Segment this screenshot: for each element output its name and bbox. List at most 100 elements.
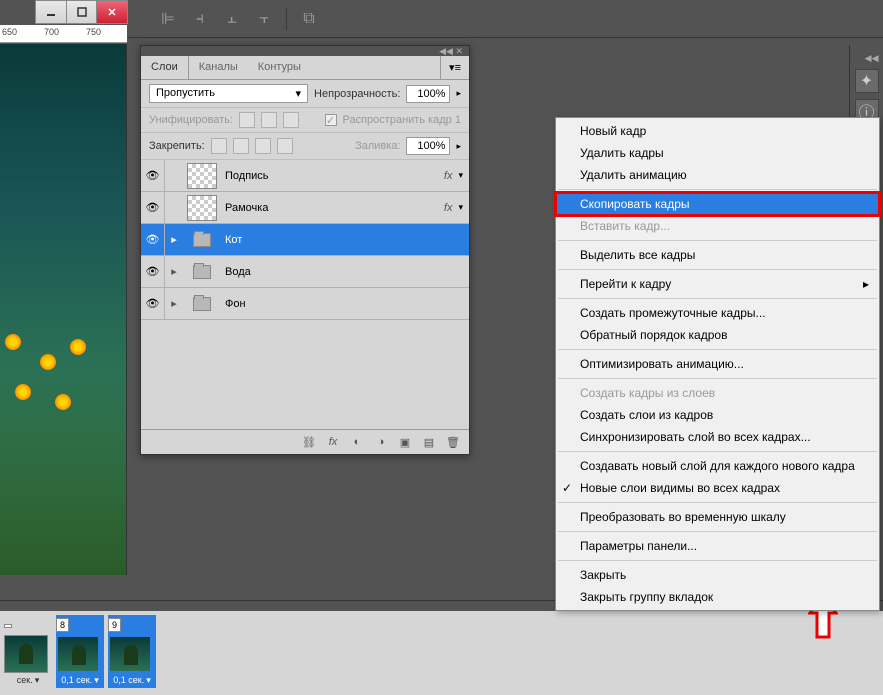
layer-row[interactable]: 👁 ▸ Фон xyxy=(141,288,469,320)
animation-panel-menu: Новый кадрУдалить кадрыУдалить анимацию С… xyxy=(555,117,880,611)
propagate-label: Распространить кадр 1 xyxy=(343,114,461,126)
menu-item[interactable]: Удалить кадры xyxy=(556,142,879,164)
lock-all-button[interactable] xyxy=(277,138,293,154)
layer-row[interactable]: 👁 Рамочка fx▾ xyxy=(141,192,469,224)
frame-delay[interactable]: 0,1 сек.▾ xyxy=(108,673,156,688)
minimize-button[interactable] xyxy=(36,1,67,23)
align-right-icon[interactable]: ⫠ xyxy=(222,9,242,29)
menu-item[interactable]: Создать слои из кадров xyxy=(556,404,879,426)
toolbar-separator xyxy=(286,8,287,30)
layers-empty-area[interactable] xyxy=(141,320,469,430)
document-canvas[interactable] xyxy=(0,44,127,575)
frame-delay[interactable]: сек.▾ xyxy=(4,673,52,688)
unify-position-button[interactable] xyxy=(239,112,255,128)
visibility-toggle[interactable]: 👁 xyxy=(141,224,165,255)
lock-pixels-button[interactable] xyxy=(233,138,249,154)
layer-row[interactable]: 👁 ▸ Кот xyxy=(141,224,469,256)
close-button[interactable] xyxy=(97,1,127,23)
fill-input[interactable]: 100% xyxy=(406,137,450,155)
propagate-frame-checkbox[interactable]: ✓ xyxy=(325,114,337,126)
panel-menu-icon[interactable]: ▾≡ xyxy=(440,56,469,79)
layer-name[interactable]: Подпись xyxy=(221,170,444,182)
animation-timeline-panel: ▾≡ сек.▾80,1 сек.▾90,1 сек.▾ xyxy=(0,600,883,695)
fill-flyout-icon[interactable]: ▸ xyxy=(456,141,461,152)
layer-name[interactable]: Вода xyxy=(221,266,469,278)
menu-separator xyxy=(558,531,877,532)
unify-label: Унифицировать: xyxy=(149,114,233,126)
align-center-icon[interactable]: ⫞ xyxy=(190,9,210,29)
dock-collapse-icon[interactable]: ◀◀ xyxy=(852,53,882,63)
menu-item[interactable]: Оптимизировать анимацию... xyxy=(556,353,879,375)
expand-icon[interactable]: ▸ xyxy=(165,265,183,278)
frame-thumbnail xyxy=(56,635,100,673)
new-group-icon[interactable]: ▣ xyxy=(397,434,413,450)
tab-channels[interactable]: Каналы xyxy=(189,56,248,79)
visibility-toggle[interactable]: 👁 xyxy=(141,160,165,191)
frame-delay[interactable]: 0,1 сек.▾ xyxy=(56,673,104,688)
link-layers-icon[interactable]: ⛓ xyxy=(301,434,317,450)
fx-icon[interactable]: fx xyxy=(444,202,459,214)
layer-thumbnail[interactable] xyxy=(187,163,217,189)
maximize-button[interactable] xyxy=(67,1,98,23)
menu-item: Создать кадры из слоев xyxy=(556,382,879,404)
menu-item[interactable]: Создать промежуточные кадры... xyxy=(556,302,879,324)
menu-item[interactable]: Выделить все кадры xyxy=(556,244,879,266)
layers-list: 👁 Подпись fx▾ 👁 Рамочка fx▾ 👁 ▸ Кот 👁 ▸ … xyxy=(141,160,469,320)
document-window-controls xyxy=(35,0,128,24)
panel-collapse-bar[interactable]: ◀◀ ✕ xyxy=(141,46,469,56)
visibility-toggle[interactable]: 👁 xyxy=(141,192,165,223)
expand-icon[interactable]: ▸ xyxy=(165,297,183,310)
menu-item[interactable]: Параметры панели... xyxy=(556,535,879,557)
folder-icon xyxy=(187,291,217,317)
opacity-label: Непрозрачность: xyxy=(314,88,400,100)
menu-item[interactable]: Перейти к кадру▸ xyxy=(556,273,879,295)
distribute-icon[interactable]: ⫟ xyxy=(254,9,274,29)
layer-mask-icon[interactable]: ◐ xyxy=(349,434,365,450)
menu-item[interactable]: Обратный порядок кадров xyxy=(556,324,879,346)
menu-item[interactable]: Новые слои видимы во всех кадрах✓ xyxy=(556,477,879,499)
menu-item[interactable]: Синхронизировать слой во всех кадрах... xyxy=(556,426,879,448)
layer-style-icon[interactable]: fx xyxy=(325,434,341,450)
menu-item[interactable]: Закрыть xyxy=(556,564,879,586)
frame-thumbnail xyxy=(108,635,152,673)
menu-separator xyxy=(558,502,877,503)
animation-frame[interactable]: сек.▾ xyxy=(4,615,52,688)
menu-item[interactable]: Новый кадр xyxy=(556,120,879,142)
visibility-toggle[interactable]: 👁 xyxy=(141,288,165,319)
navigator-icon[interactable]: ✦ xyxy=(855,69,879,93)
menu-item[interactable]: Скопировать кадры xyxy=(556,193,879,215)
unify-visibility-button[interactable] xyxy=(261,112,277,128)
animation-frame[interactable]: 90,1 сек.▾ xyxy=(108,615,156,688)
lock-position-button[interactable] xyxy=(255,138,271,154)
auto-align-icon[interactable]: ⧉ xyxy=(299,9,319,29)
tab-layers[interactable]: Слои xyxy=(141,56,189,79)
frame-number: 8 xyxy=(56,618,69,632)
align-left-icon[interactable]: ⊫ xyxy=(158,9,178,29)
fx-icon[interactable]: fx xyxy=(444,170,459,182)
layer-row[interactable]: 👁 ▸ Вода xyxy=(141,256,469,288)
menu-separator xyxy=(558,349,877,350)
unify-style-button[interactable] xyxy=(283,112,299,128)
animation-frame[interactable]: 8 0,1 сек.▾ xyxy=(56,615,104,688)
menu-item[interactable]: Закрыть группу вкладок xyxy=(556,586,879,608)
layer-name[interactable]: Рамочка xyxy=(221,202,444,214)
lock-transparent-button[interactable] xyxy=(211,138,227,154)
delete-layer-icon[interactable]: 🗑 xyxy=(445,434,461,450)
layer-name[interactable]: Фон xyxy=(221,298,469,310)
layer-name[interactable]: Кот xyxy=(221,234,469,246)
visibility-toggle[interactable]: 👁 xyxy=(141,256,165,287)
layer-thumbnail[interactable] xyxy=(187,195,217,221)
adjustment-layer-icon[interactable]: ◑ xyxy=(373,434,389,450)
layer-row[interactable]: 👁 Подпись fx▾ xyxy=(141,160,469,192)
opacity-input[interactable]: 100% xyxy=(406,85,450,103)
menu-item[interactable]: Удалить анимацию xyxy=(556,164,879,186)
layers-panel: ◀◀ ✕ Слои Каналы Контуры ▾≡ Пропустить▾ … xyxy=(140,45,470,455)
opacity-flyout-icon[interactable]: ▸ xyxy=(456,88,461,99)
blend-mode-select[interactable]: Пропустить▾ xyxy=(149,84,308,103)
menu-separator xyxy=(558,378,877,379)
new-layer-icon[interactable]: ▤ xyxy=(421,434,437,450)
expand-icon[interactable]: ▸ xyxy=(165,233,183,246)
menu-item[interactable]: Создавать новый слой для каждого нового … xyxy=(556,455,879,477)
tab-paths[interactable]: Контуры xyxy=(248,56,311,79)
menu-item[interactable]: Преобразовать во временную шкалу xyxy=(556,506,879,528)
